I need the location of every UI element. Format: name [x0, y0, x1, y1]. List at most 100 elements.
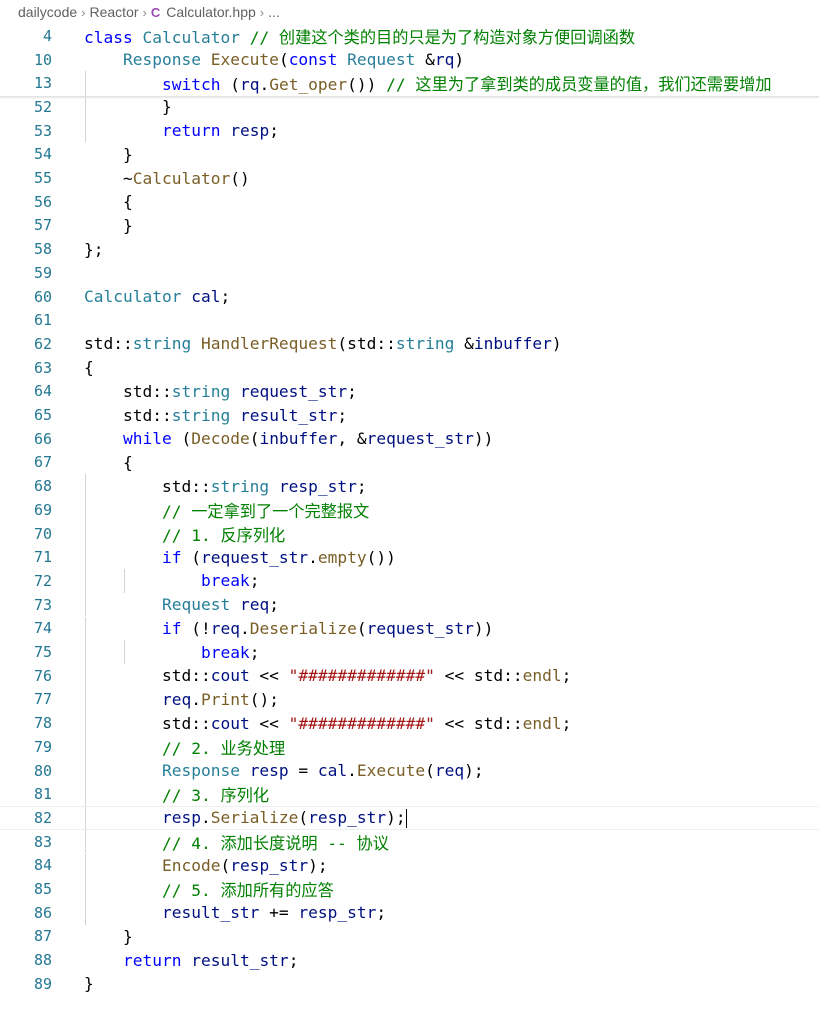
- code-line[interactable]: 67 {: [0, 451, 819, 475]
- code-token: << std::: [434, 713, 523, 733]
- code-line[interactable]: 82 resp.Serialize(resp_str);: [0, 806, 819, 830]
- code-token: (: [278, 50, 289, 70]
- code-token: ;: [561, 666, 572, 686]
- code-line[interactable]: 63 {: [0, 356, 819, 380]
- line-number: 65: [33, 406, 52, 425]
- code-line[interactable]: 59: [0, 261, 819, 285]
- code-line[interactable]: 76 std::cout << "#############" << std::…: [0, 663, 819, 688]
- code-token: inbuffer: [473, 334, 552, 354]
- code-token: Calculator: [84, 287, 182, 307]
- code-line[interactable]: 65 std::string result_str;: [0, 403, 819, 427]
- code-line[interactable]: 10 Response Execute(const Request &rq): [0, 48, 819, 72]
- code-token: resp: [249, 761, 289, 781]
- code-line[interactable]: 71 if (request_str.empty()): [0, 545, 819, 570]
- code-line[interactable]: 73 Request req;: [0, 592, 819, 617]
- code-line[interactable]: 57 }: [0, 214, 819, 238]
- code-line[interactable]: 68 std::string resp_str;: [0, 474, 819, 498]
- code-text: ~Calculator(): [84, 169, 250, 188]
- code-line[interactable]: 55 ~Calculator(): [0, 166, 819, 190]
- code-line[interactable]: 13 switch (rq.Get_oper()) // 这里为了拿到类的成员变…: [0, 71, 819, 96]
- code-token: result_str: [191, 950, 289, 970]
- code-token: std::: [84, 334, 133, 354]
- code-token: string: [210, 476, 270, 496]
- code-line[interactable]: 70 // 1. 反序列化: [0, 521, 819, 546]
- code-line[interactable]: 80 Response resp = cal.Execute(req);: [0, 758, 819, 783]
- code-line[interactable]: 85 // 5. 添加所有的应答: [0, 877, 819, 901]
- code-line[interactable]: 83 // 4. 添加长度说明 -- 协议: [0, 829, 819, 854]
- code-token: Response: [161, 761, 240, 781]
- code-text: break;: [84, 643, 259, 662]
- breadcrumb-item-symbol[interactable]: ...: [268, 4, 280, 20]
- code-line[interactable]: 66 while (Decode(inbuffer, &request_str)…: [0, 427, 819, 451]
- code-text: Calculator cal;: [84, 287, 230, 306]
- code-text: }: [84, 974, 94, 993]
- code-line[interactable]: 54 }: [0, 143, 819, 167]
- code-line[interactable]: 72 break;: [0, 569, 819, 593]
- code-line[interactable]: 81 // 3. 序列化: [0, 782, 819, 807]
- code-token: resp_str: [308, 807, 387, 827]
- code-line[interactable]: 53 return resp;: [0, 118, 819, 143]
- code-line[interactable]: 74 if (!req.Deserialize(request_str)): [0, 616, 819, 641]
- code-text: std::string result_str;: [84, 406, 347, 425]
- line-number: 60: [33, 287, 52, 306]
- line-number: 4: [42, 26, 52, 45]
- code-token: request_str: [366, 429, 474, 449]
- code-line[interactable]: 56 {: [0, 190, 819, 214]
- code-token: Print: [200, 689, 250, 709]
- code-line[interactable]: 62 std::string HandlerRequest(std::string…: [0, 332, 819, 356]
- code-token: std::: [84, 476, 211, 496]
- code-line[interactable]: 86 result_str += resp_str;: [0, 900, 819, 925]
- code-text: while (Decode(inbuffer, &request_str)): [84, 429, 493, 448]
- code-text: }: [84, 145, 133, 164]
- breadcrumb-item-file[interactable]: Calculator.hpp: [166, 4, 256, 20]
- code-line[interactable]: 89}: [0, 972, 819, 996]
- code-line[interactable]: 88 return result_str;: [0, 948, 819, 972]
- chevron-right-icon: ›: [142, 4, 147, 20]
- code-line[interactable]: 69 // 一定拿到了一个完整报文: [0, 498, 819, 522]
- code-token: req: [434, 761, 465, 781]
- code-line[interactable]: 84 Encode(resp_str);: [0, 853, 819, 878]
- code-token: string: [171, 405, 231, 425]
- code-token: break: [200, 571, 250, 591]
- code-line[interactable]: 61: [0, 308, 819, 332]
- code-token: ;: [347, 381, 357, 401]
- code-editor[interactable]: 4 class Calculator // 创建这个类的目的只是为了构造对象方便回…: [0, 24, 819, 1025]
- code-line[interactable]: 75 break;: [0, 640, 819, 664]
- breadcrumb-item-folder[interactable]: dailycode: [18, 4, 77, 20]
- code-token: string: [171, 381, 231, 401]
- code-token: // 4. 添加长度说明 -- 协议: [161, 833, 389, 853]
- line-number: 52: [33, 97, 52, 116]
- code-token: (: [425, 761, 435, 781]
- code-token: // 1. 反序列化: [161, 525, 286, 545]
- code-token: Calculator: [132, 168, 231, 188]
- code-token: ;: [220, 287, 231, 307]
- code-token: Execute: [356, 761, 426, 781]
- code-line[interactable]: 4 class Calculator // 创建这个类的目的只是为了构造对象方便回…: [0, 24, 819, 48]
- code-line[interactable]: 79 // 2. 业务处理: [0, 735, 819, 759]
- line-number: 73: [33, 595, 52, 614]
- code-line[interactable]: 60 Calculator cal;: [0, 285, 819, 309]
- code-text: result_str += resp_str;: [84, 903, 386, 922]
- code-text: if (request_str.empty()): [84, 548, 396, 567]
- code-token: while: [122, 429, 172, 449]
- code-token: (: [298, 807, 309, 827]
- code-token: cout: [210, 713, 250, 733]
- code-line[interactable]: 64 std::string request_str;: [0, 380, 819, 404]
- code-token: cout: [210, 666, 250, 686]
- code-line[interactable]: 58};: [0, 237, 819, 261]
- code-line[interactable]: 78 std::cout << "#############" << std::…: [0, 711, 819, 735]
- code-line[interactable]: 77 req.Print();: [0, 687, 819, 712]
- breadcrumb-item-subfolder[interactable]: Reactor: [90, 4, 139, 20]
- code-text: }: [84, 216, 133, 235]
- code-line[interactable]: 87 }: [0, 925, 819, 949]
- line-number: 68: [33, 477, 52, 496]
- line-number: 86: [33, 903, 52, 922]
